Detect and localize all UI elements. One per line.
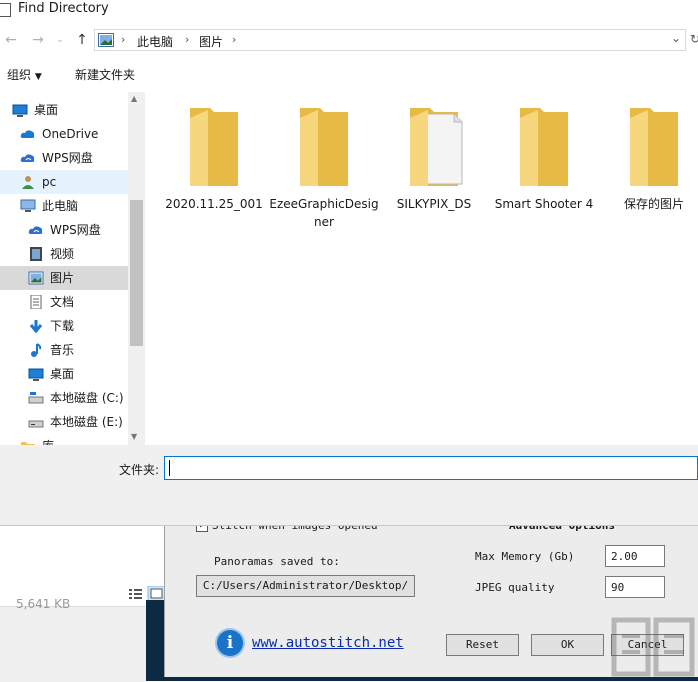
pictures-icon — [28, 271, 44, 285]
folder-icon — [520, 108, 568, 186]
sidebar-item[interactable]: 音乐 — [0, 338, 128, 362]
reset-button[interactable]: Reset — [446, 634, 519, 656]
sidebar-item-label: 此电脑 — [42, 199, 79, 213]
desktop-icon — [28, 368, 44, 381]
sidebar-item[interactable]: 桌面 — [0, 98, 128, 122]
refresh-icon[interactable]: ↻ — [690, 32, 698, 46]
sidebar-item-label: WPS网盘 — [50, 223, 101, 237]
folder-name: Smart Shooter 4 — [494, 197, 594, 211]
download-icon — [29, 320, 43, 333]
wps-cloud-icon — [28, 226, 43, 234]
pictures-location-icon — [98, 33, 114, 47]
up-arrow-icon[interactable]: ↑ — [71, 29, 93, 51]
save-path-button[interactable]: C:/Users/Administrator/Desktop/ — [196, 575, 415, 597]
sidebar-item-label: 桌面 — [50, 367, 75, 381]
folder-item[interactable]: 2020.11.25_001 — [159, 100, 269, 213]
text-caret — [169, 460, 170, 476]
sidebar-item-label: 下载 — [50, 319, 75, 333]
sidebar-item-label: 图片 — [50, 271, 75, 285]
drive-icon — [28, 420, 44, 428]
jpeg-quality-label: JPEG quality — [475, 581, 555, 594]
user-icon — [22, 176, 34, 189]
back-arrow-icon[interactable]: ← — [0, 29, 22, 51]
sidebar-item-label: OneDrive — [42, 127, 99, 141]
sidebar-item[interactable]: pc — [0, 170, 128, 194]
folder-with-file-icon — [410, 108, 463, 186]
organize-label: 组织 — [7, 68, 32, 82]
sidebar-item[interactable]: 桌面 — [0, 362, 128, 386]
sidebar-item[interactable]: 此电脑 — [0, 194, 128, 218]
folder-item[interactable]: Smart Shooter 4 — [489, 100, 599, 213]
folder-item[interactable]: 保存的图片 — [599, 100, 698, 213]
max-memory-input[interactable]: 2.00 — [605, 545, 665, 567]
sidebar-item[interactable]: 文档 — [0, 290, 128, 314]
breadcrumb-separator: › — [232, 33, 237, 46]
sidebar-item-label: 视频 — [50, 247, 75, 261]
sidebar-item-label: 本地磁盘 (E:) — [50, 415, 123, 429]
forward-arrow-icon[interactable]: → — [27, 29, 49, 51]
drive-c-icon — [28, 392, 44, 404]
sidebar-item-label: 本地磁盘 (C:) — [50, 391, 124, 405]
scroll-down-icon[interactable]: ▼ — [131, 432, 137, 441]
watermark-logo — [611, 617, 695, 677]
folder-name: 2020.11.25_001 — [165, 197, 263, 211]
ok-button[interactable]: OK — [531, 634, 604, 656]
cloud-icon — [20, 130, 35, 138]
breadcrumb-pictures[interactable]: 图片 — [199, 33, 223, 50]
sidebar-item-label: 音乐 — [50, 343, 75, 357]
panoramas-label: Panoramas saved to: — [214, 555, 340, 568]
background-file-size: 5,641 KB — [16, 597, 71, 611]
address-bar[interactable]: › 此电脑 › 图片 › ⌄ — [94, 29, 686, 51]
video-icon — [30, 247, 42, 261]
folder-input[interactable] — [164, 456, 698, 480]
music-icon — [31, 343, 42, 357]
recent-chevron-icon[interactable]: ⌄ — [49, 29, 71, 51]
sidebar-item[interactable]: OneDrive — [0, 122, 128, 146]
autostitch-link[interactable]: www.autostitch.net — [252, 635, 404, 651]
jpeg-quality-input[interactable]: 90 — [605, 576, 665, 598]
max-memory-label: Max Memory (Gb) — [475, 550, 575, 563]
sidebar-item-label: 文档 — [50, 295, 75, 309]
sidebar-item[interactable]: 下载 — [0, 314, 128, 338]
folder-item[interactable]: EzeeGraphicDesigner — [269, 100, 379, 231]
sidebar-item-label: pc — [42, 175, 57, 189]
info-icon: i — [217, 630, 243, 656]
app-icon — [0, 3, 11, 17]
wps-cloud-icon — [20, 154, 35, 162]
window-title: Find Directory — [18, 1, 109, 16]
sidebar-item-label: WPS网盘 — [42, 151, 93, 165]
address-dropdown-icon[interactable]: ⌄ — [671, 31, 681, 45]
organize-menu[interactable]: 组织 ▼ — [7, 66, 42, 83]
sidebar-item[interactable]: 视频 — [0, 242, 128, 266]
folder-item[interactable]: SILKYPIX_DS — [379, 100, 489, 213]
sidebar-item-label: 桌面 — [34, 103, 59, 117]
breadcrumb-separator: › — [121, 33, 126, 46]
dropdown-arrow-icon: ▼ — [34, 72, 42, 82]
folder-label: 文件夹: — [119, 463, 160, 477]
folder-icon — [300, 108, 348, 186]
folder-name: SILKYPIX_DS — [396, 197, 472, 211]
sidebar-item[interactable]: WPS网盘 — [0, 218, 128, 242]
sidebar-item[interactable]: 本地磁盘 (E:) — [0, 410, 128, 434]
folder-name: EzeeGraphicDesigner — [269, 197, 379, 229]
new-folder-button[interactable]: 新建文件夹 — [75, 66, 135, 83]
breadcrumb-this-pc[interactable]: 此电脑 — [137, 33, 173, 50]
sidebar-item[interactable]: 图片 — [0, 266, 128, 290]
documents-icon — [30, 295, 42, 309]
folder-name: 保存的图片 — [623, 197, 684, 211]
desktop-icon — [12, 104, 28, 117]
computer-icon — [20, 199, 36, 212]
sidebar-item[interactable]: WPS网盘 — [0, 146, 128, 170]
folder-icon — [190, 108, 238, 186]
background-status-area — [0, 606, 146, 682]
breadcrumb-separator: › — [185, 33, 190, 46]
folder-icon — [630, 108, 678, 186]
scroll-thumb[interactable] — [130, 200, 143, 346]
sidebar-item[interactable]: 本地磁盘 (C:) — [0, 386, 128, 410]
scroll-up-icon[interactable]: ▲ — [131, 94, 137, 103]
